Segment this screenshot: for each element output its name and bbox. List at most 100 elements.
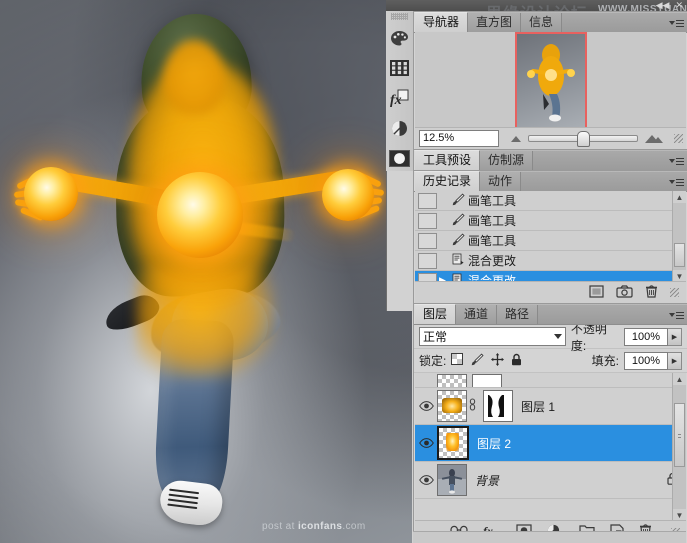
rail-grab-handle[interactable] (391, 13, 408, 20)
adjustments-icon[interactable] (386, 113, 413, 143)
navigator-tabbar[interactable]: 导航器 直方图 信息 (414, 12, 687, 33)
lock-buttons-group[interactable] (451, 352, 522, 369)
layers-tabbar-filler (538, 305, 687, 324)
tool-preset-panel-menu-icon[interactable] (669, 155, 684, 167)
history-snapshot-checkbox[interactable] (418, 212, 437, 229)
navigator-preview-area[interactable] (415, 31, 686, 129)
new-document-from-state-button[interactable] (589, 284, 604, 301)
dock-collapse-icon[interactable]: ◀◀ (656, 0, 670, 11)
history-resize-grip[interactable] (670, 288, 679, 297)
navigator-panel: 导航器 直方图 信息 12.5% (413, 11, 687, 151)
swatches-grid-icon[interactable] (386, 53, 413, 83)
layer-row[interactable]: 图层 2 (415, 425, 686, 462)
opacity-input[interactable]: 100% (624, 327, 668, 346)
lock-transparent-pixels-button[interactable] (451, 353, 464, 368)
zoom-slider-knob[interactable] (576, 131, 590, 147)
lock-label: 锁定: (419, 354, 447, 368)
chevron-down-icon[interactable] (553, 334, 562, 339)
history-row[interactable]: 画笔工具 (415, 191, 686, 211)
layer-thumbnail[interactable] (437, 464, 467, 496)
layer-mask-link-icon[interactable] (467, 398, 478, 414)
blend-mode-select[interactable]: 正常 (419, 327, 566, 346)
layer-list[interactable]: 图层 1 图层 2 背景 (415, 373, 686, 521)
history-row[interactable]: 画笔工具 (415, 211, 686, 231)
tool-preset-tabbar-filler (533, 151, 687, 170)
tool-preset-panel: 工具预设 仿制源 (413, 149, 687, 171)
collapsed-panel-rail[interactable]: fx (386, 11, 414, 171)
history-row[interactable]: 画笔工具 (415, 231, 686, 251)
layers-scrollbar[interactable]: ▲ ▼ (672, 373, 686, 521)
history-panel-menu-icon[interactable] (669, 176, 684, 188)
layer-mask-thumbnail[interactable] (472, 373, 502, 387)
tab-paths[interactable]: 路径 (497, 305, 539, 324)
tab-clone-source[interactable]: 仿制源 (480, 151, 534, 170)
navigator-panel-menu-icon[interactable] (669, 17, 684, 29)
tab-channels[interactable]: 通道 (456, 305, 498, 324)
navigator-thumbnail-figure (526, 43, 575, 121)
tab-actions[interactable]: 动作 (480, 172, 522, 191)
delete-state-button[interactable] (645, 284, 658, 301)
fill-input[interactable]: 100% (624, 351, 668, 370)
layer-styles-fx-icon[interactable]: fx (386, 83, 413, 113)
photoshop-window: post at iconfans.com ◀◀ 思缘设计论坛 WWW.MISSY… (0, 0, 687, 543)
layer-name[interactable]: 背景 (475, 472, 499, 489)
history-panel: 历史记录 动作 画笔工具 画笔工具 画笔工具 混合更改 ▶ 混合更改 ▲ ▼ (413, 170, 687, 305)
layer-mask-thumbnail[interactable] (483, 390, 513, 422)
history-snapshot-checkbox[interactable] (418, 232, 437, 249)
close-icon[interactable]: ✕ (675, 0, 683, 11)
tool-preset-tabbar[interactable]: 工具预设 仿制源 (414, 150, 687, 171)
tab-layers[interactable]: 图层 (414, 304, 457, 324)
scroll-up-icon[interactable]: ▲ (673, 191, 686, 203)
zoom-slider[interactable] (527, 131, 638, 147)
layer-visibility-toggle[interactable] (415, 401, 437, 411)
history-state-list[interactable]: 画笔工具 画笔工具 画笔工具 混合更改 ▶ 混合更改 (415, 191, 686, 282)
window-controls[interactable]: ◀◀ ✕ (656, 0, 683, 11)
canvas-watermark: post at iconfans.com (262, 521, 366, 532)
history-tabbar[interactable]: 历史记录 动作 (414, 171, 687, 192)
zoom-in-icon[interactable] (644, 134, 663, 143)
tab-history[interactable]: 历史记录 (414, 171, 481, 191)
layer-row[interactable]: 图层 1 (415, 388, 686, 425)
layer-visibility-toggle[interactable] (415, 475, 437, 485)
layer-name[interactable]: 图层 2 (477, 435, 511, 452)
lock-all-button[interactable] (511, 353, 522, 369)
layer-row-partial[interactable] (415, 373, 686, 388)
zoom-slider-group[interactable] (499, 131, 674, 147)
layer-row[interactable]: 背景 (415, 462, 686, 499)
layer-thumbnail[interactable] (437, 390, 467, 422)
history-snapshot-checkbox[interactable] (418, 192, 437, 209)
tab-info[interactable]: 信息 (521, 13, 563, 32)
history-scrollbar[interactable]: ▲ ▼ (672, 191, 686, 282)
fill-stepper[interactable]: ▶ (668, 351, 682, 370)
history-scroll-thumb[interactable] (674, 243, 685, 267)
tab-navigator[interactable]: 导航器 (414, 12, 469, 32)
history-panel-footer (415, 281, 686, 303)
opacity-stepper[interactable]: ▶ (668, 327, 682, 346)
history-snapshot-checkbox[interactable] (418, 252, 437, 269)
layer-thumbnail[interactable] (437, 373, 467, 387)
masks-icon[interactable] (386, 143, 413, 173)
layer-visibility-toggle[interactable] (415, 438, 437, 448)
zoom-level-input[interactable]: 12.5% (419, 130, 499, 147)
color-palette-icon[interactable] (386, 23, 413, 53)
lock-position-button[interactable] (491, 352, 505, 369)
tab-histogram[interactable]: 直方图 (468, 13, 522, 32)
navigator-thumbnail[interactable] (514, 31, 587, 129)
layers-panel-menu-icon[interactable] (669, 309, 684, 321)
lock-image-pixels-button[interactable] (470, 353, 484, 369)
history-row-label: 画笔工具 (468, 194, 517, 208)
zoom-out-icon[interactable] (510, 135, 521, 142)
canvas-watermark-suffix: .com (342, 521, 366, 532)
canvas-watermark-prefix: post at (262, 521, 298, 532)
navigator-footer: 12.5% (415, 127, 686, 149)
dock-bottom-filler (413, 531, 686, 543)
navigator-resize-grip[interactable] (674, 134, 683, 143)
scroll-up-icon[interactable]: ▲ (673, 373, 686, 385)
layer-thumbnail[interactable] (437, 426, 469, 460)
layer-name[interactable]: 图层 1 (521, 398, 555, 415)
tab-tool-presets[interactable]: 工具预设 (414, 150, 481, 170)
history-row[interactable]: 混合更改 (415, 251, 686, 271)
layers-tabbar[interactable]: 图层 通道 路径 (414, 304, 687, 325)
new-snapshot-button[interactable] (616, 284, 633, 301)
layers-scroll-thumb[interactable] (674, 403, 685, 467)
